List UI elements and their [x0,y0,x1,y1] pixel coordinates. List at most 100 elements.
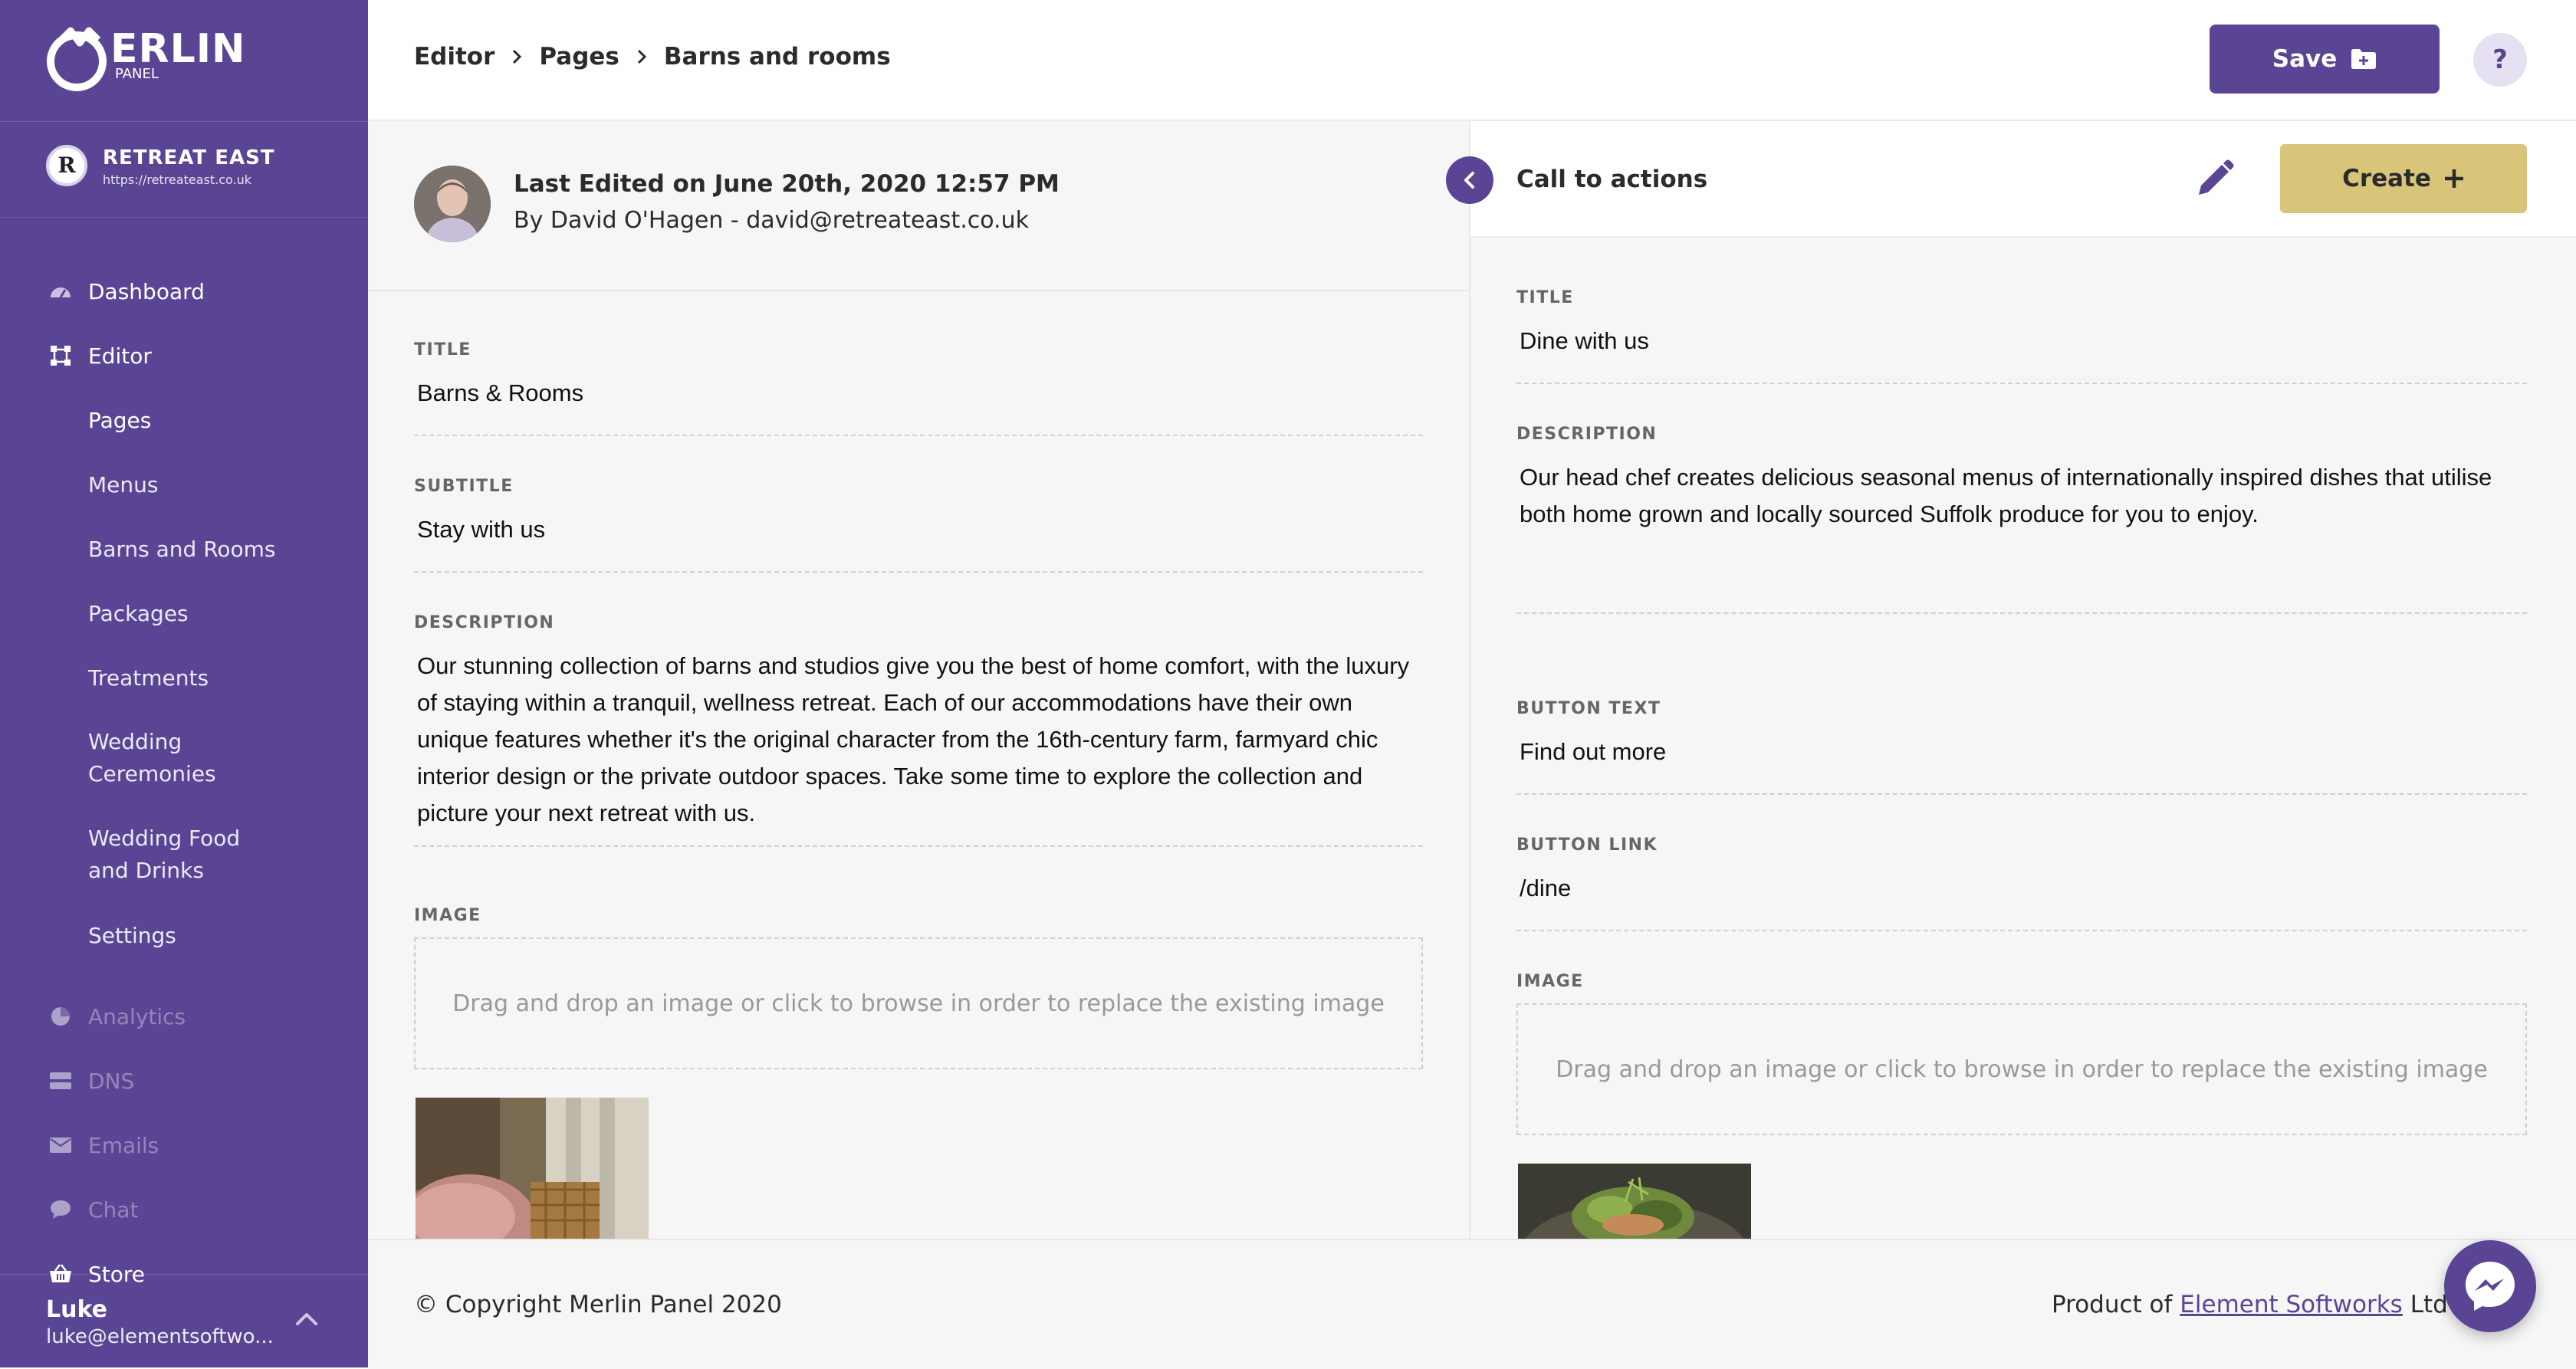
sidebar-item-packages[interactable]: Packages [0,581,368,645]
create-button[interactable]: Create [2280,144,2527,213]
sidebar-item-treatments[interactable]: Treatments [0,645,368,710]
title-input[interactable]: Barns & Rooms [414,375,1423,436]
sidebar-item-label: Pages [88,407,152,433]
button-link-input[interactable]: /dine [1516,870,2527,931]
dashboard-icon [49,280,72,303]
analytics-icon [49,1005,72,1028]
sidebar-item-label: Settings [88,922,176,948]
sidebar-item-barns-and-rooms[interactable]: Barns and Rooms [0,517,368,581]
description-textarea[interactable]: Our stunning collection of barns and stu… [414,648,1423,847]
avatar [414,166,491,242]
subtitle-input[interactable]: Stay with us [414,511,1423,573]
label-line: and Drinks [88,858,204,883]
sidebar: ERLIN PANEL R RETREAT EAST https://retre… [0,0,368,1367]
site-url: https://retreateast.co.uk [103,172,251,187]
logo-mark-icon [47,27,107,91]
sidebar-item-label: DNS [88,1068,135,1094]
chevron-right-icon [637,49,647,64]
cta-image-thumbnail[interactable] [1518,1164,1751,1239]
sidebar-item-editor[interactable]: Editor [0,323,368,388]
collapse-panel-button[interactable] [1446,156,1493,204]
cta-description-field: DESCRIPTION Our head chef creates delici… [1516,425,2527,614]
cta-title-label: TITLE [1516,288,1574,307]
current-image-thumbnail[interactable] [416,1098,649,1239]
sidebar-item-dashboard[interactable]: Dashboard [0,259,368,323]
copyright-text: © Copyright Merlin Panel 2020 [414,1291,782,1318]
title-field: TITLE Barns & Rooms [414,340,1423,436]
chevron-up-icon[interactable] [291,1304,322,1335]
product-credit: Product of Element Softworks Ltd [2052,1291,2448,1318]
messenger-icon [2466,1262,2515,1311]
messenger-chat-button[interactable] [2444,1240,2536,1332]
pencil-icon[interactable] [2193,158,2236,201]
cta-image-dropzone[interactable]: Drag and drop an image or click to brows… [1516,1003,2527,1135]
sidebar-item-label: Chat [88,1197,139,1223]
chevron-right-icon [513,49,522,64]
cta-image-label: IMAGE [1516,972,1584,991]
cta-title: Call to actions [1516,166,1708,193]
envelope-icon [49,1134,72,1157]
sidebar-item-wedding-ceremonies[interactable]: Wedding Ceremonies [0,710,368,806]
top-bar: Editor Pages Barns and rooms Save ? [368,0,2576,121]
description-field: DESCRIPTION Our stunning collection of b… [414,613,1423,847]
sidebar-item-settings[interactable]: Settings [0,903,368,967]
subtitle-label: SUBTITLE [414,477,514,496]
sidebar-item-emails[interactable]: Emails [0,1113,368,1177]
cta-header: Call to actions Create [1470,121,2576,238]
chevron-left-icon [1464,172,1474,189]
last-edited-title: Last Edited on June 20th, 2020 12:57 PM [514,170,1060,198]
footer: © Copyright Merlin Panel 2020 Product of… [368,1239,2576,1369]
sidebar-item-label: Packages [88,600,189,626]
button-text-input[interactable]: Find out more [1516,734,2527,795]
cta-description-textarea[interactable]: Our head chef creates delicious seasonal… [1516,459,2527,614]
save-button-label: Save [2272,45,2338,73]
logo-text: ERLIN [110,26,246,72]
breadcrumb-pages[interactable]: Pages [539,43,619,71]
sidebar-nav: Dashboard Editor Pages Menus Barns and R… [0,259,368,1306]
cta-description-label: DESCRIPTION [1516,425,1658,444]
logo-subtext: PANEL [115,66,159,82]
sidebar-item-label: Editor [88,343,152,369]
product-suffix: Ltd [2402,1291,2448,1318]
breadcrumb-editor[interactable]: Editor [414,43,495,71]
user-menu[interactable]: Luke luke@elementsoftwo... [0,1274,368,1368]
server-icon [49,1069,72,1092]
cta-image-field: IMAGE Drag and drop an image or click to… [1516,972,2527,1135]
sidebar-item-analytics[interactable]: Analytics [0,984,368,1049]
product-prefix: Product of [2052,1291,2180,1318]
cta-title-input[interactable]: Dine with us [1516,323,2527,384]
site-selector[interactable]: R RETREAT EAST https://retreateast.co.uk [0,121,368,218]
title-label: TITLE [414,340,472,359]
breadcrumb-current: Barns and rooms [663,43,891,71]
merlin-logo[interactable]: ERLIN PANEL [44,23,246,97]
sidebar-item-wedding-food[interactable]: Wedding Food and Drinks [0,806,368,903]
cta-title-field: TITLE Dine with us [1516,288,2527,384]
sidebar-item-label: Wedding Food and Drinks [88,822,288,887]
subtitle-field: SUBTITLE Stay with us [414,477,1423,573]
chat-bubble-icon [49,1198,72,1221]
image-label: IMAGE [414,906,481,925]
sidebar-item-pages[interactable]: Pages [0,388,368,452]
sidebar-item-chat[interactable]: Chat [0,1177,368,1242]
save-button[interactable]: Save [2210,25,2440,94]
sidebar-item-label: Dashboard [88,278,205,304]
help-button[interactable]: ? [2473,33,2527,87]
button-text-label: BUTTON TEXT [1516,699,1661,718]
folder-plus-icon [2351,49,2377,69]
sidebar-item-menus[interactable]: Menus [0,452,368,517]
call-to-actions-panel: Call to actions Create TITLE Dine with u… [1470,121,2576,1239]
editor-icon [49,344,72,367]
sidebar-item-label: Wedding Ceremonies [88,726,288,790]
plus-icon [2444,169,2463,188]
site-name: RETREAT EAST [103,146,275,169]
label-line: Ceremonies [88,761,216,786]
image-dropzone[interactable]: Drag and drop an image or click to brows… [414,937,1423,1069]
sidebar-item-label: Analytics [88,1003,186,1029]
image-field: IMAGE Drag and drop an image or click to… [414,906,1423,1069]
sidebar-item-label: Treatments [88,665,209,691]
sidebar-item-dns[interactable]: DNS [0,1049,368,1113]
element-softworks-link[interactable]: Element Softworks [2180,1291,2403,1318]
button-text-field: BUTTON TEXT Find out more [1516,699,2527,795]
page-editor-panel: Last Edited on June 20th, 2020 12:57 PM … [368,121,1470,1239]
user-name: Luke [46,1296,107,1323]
